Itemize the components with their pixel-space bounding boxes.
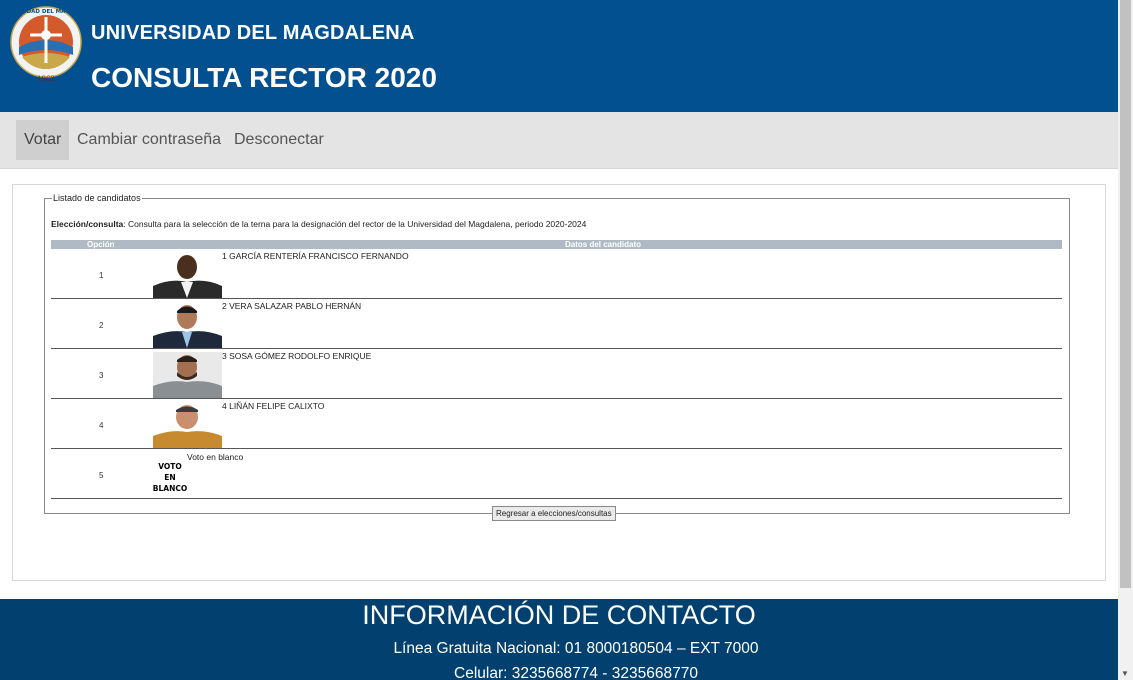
- option-number: 1: [99, 271, 104, 280]
- table-row[interactable]: 2 2 VERA SALAZAR PABLO HERNÁN: [51, 299, 1062, 349]
- page-title: CONSULTA RECTOR 2020: [91, 62, 437, 93]
- candidate-photo[interactable]: [153, 402, 222, 448]
- contact-footer: INFORMACIÓN DE CONTACTO Línea Gratuita N…: [0, 599, 1118, 680]
- table-row[interactable]: 3 3 SOSA GÓMEZ RODOLFO ENRIQUE: [51, 349, 1062, 399]
- option-number: 4: [99, 421, 104, 430]
- nav-votar[interactable]: Votar: [16, 120, 70, 160]
- blank-vote-label: Voto en blanco: [187, 452, 244, 462]
- contact-heading: INFORMACIÓN DE CONTACTO: [362, 600, 756, 630]
- nav-desconectar[interactable]: Desconectar: [226, 120, 332, 160]
- consulta-description: Elección/consulta: Consulta para la sele…: [51, 219, 586, 229]
- table-header: Opción Datos del candidato: [51, 240, 1062, 249]
- option-number: 5: [99, 471, 104, 480]
- candidate-name: 1 GARCÍA RENTERÍA FRANCISCO FERNANDO: [222, 251, 409, 261]
- blank-vote-image-line: VOTO: [158, 462, 182, 471]
- svg-text:1962: 1962: [37, 75, 55, 83]
- consulta-label: Elección/consulta: [51, 219, 124, 229]
- col-option: Opción: [87, 240, 115, 249]
- contact-phone-line: Línea Gratuita Nacional: 01 8000180504 –…: [393, 640, 759, 657]
- scroll-down-arrow-icon[interactable]: ▼: [1121, 669, 1129, 678]
- candidate-name: 3 SOSA GÓMEZ RODOLFO ENRIQUE: [222, 351, 372, 361]
- table-row-blank-vote[interactable]: 5 Voto en blanco VOTO EN BLANCO: [51, 449, 1062, 499]
- nav-bar: Votar Cambiar contraseña Desconectar: [0, 112, 1118, 169]
- university-name: UNIVERSIDAD DEL MAGDALENA: [91, 22, 415, 44]
- candidate-photo[interactable]: [153, 302, 222, 348]
- blank-vote-image-line: EN: [164, 473, 176, 482]
- candidate-photo[interactable]: [153, 352, 222, 398]
- consulta-text: : Consulta para la selección de la terna…: [123, 219, 587, 229]
- candidates-legend: Listado de candidatos: [53, 193, 141, 203]
- candidate-name: 4 LIÑÁN FELIPE CALIXTO: [222, 401, 325, 411]
- blank-vote-image[interactable]: VOTO EN BLANCO: [150, 461, 190, 494]
- page: 1962 UNIVERSIDAD DEL MAGDALENA UNIVERSID…: [0, 0, 1118, 680]
- site-header: 1962 UNIVERSIDAD DEL MAGDALENA UNIVERSID…: [0, 0, 1118, 112]
- content-panel: Listado de candidatos Elección/consulta:…: [12, 184, 1106, 581]
- scrollbar-thumb[interactable]: [1120, 0, 1131, 588]
- svg-text:UNIVERSIDAD DEL MAGDALENA: UNIVERSIDAD DEL MAGDALENA: [8, 9, 84, 15]
- candidate-name: 2 VERA SALAZAR PABLO HERNÁN: [222, 301, 362, 311]
- table-row[interactable]: 1 1 GARCÍA RENTERÍA FRANCISCO FERNANDO: [51, 249, 1062, 299]
- university-logo: 1962 UNIVERSIDAD DEL MAGDALENA: [8, 6, 84, 83]
- nav-cambiar-contrasena[interactable]: Cambiar contraseña: [69, 120, 229, 160]
- vertical-scrollbar[interactable]: ▼: [1118, 0, 1133, 680]
- table-row[interactable]: 4 4 LIÑÁN FELIPE CALIXTO: [51, 399, 1062, 449]
- candidates-fieldset: Listado de candidatos Elección/consulta:…: [44, 193, 1070, 521]
- candidate-photo[interactable]: [153, 252, 222, 298]
- contact-mobile-line: Celular: 3235668774 - 3235668770: [454, 665, 698, 680]
- back-to-elections-button[interactable]: Regresar a elecciones/consultas: [492, 506, 616, 521]
- blank-vote-image-line: BLANCO: [152, 484, 188, 493]
- col-candidate-data: Datos del candidato: [565, 240, 642, 249]
- option-number: 2: [99, 321, 104, 330]
- option-number: 3: [99, 371, 104, 380]
